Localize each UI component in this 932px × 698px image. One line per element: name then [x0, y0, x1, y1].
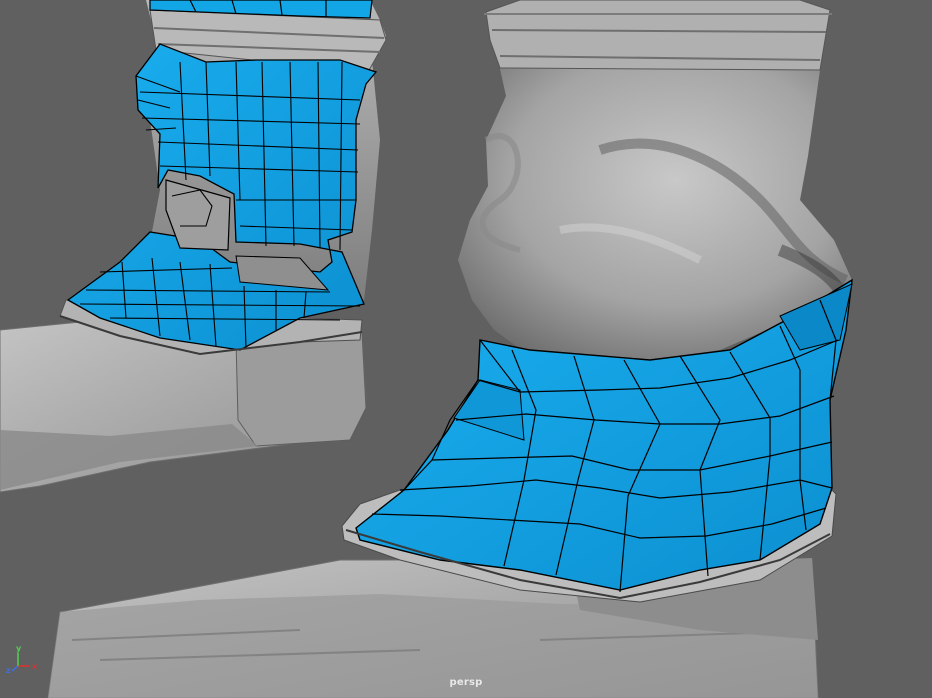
- y-axis-label: y: [16, 644, 22, 653]
- left-selected-faces: [66, 43, 378, 351]
- z-axis-label: z: [6, 666, 11, 674]
- axis-gizmo: x y z: [6, 644, 38, 674]
- left-shoe-heel: [235, 331, 367, 447]
- z-axis-line: [11, 665, 19, 672]
- camera-name-label: persp: [449, 677, 483, 688]
- maya-perspective-viewport[interactable]: x y z persp: [0, 0, 932, 698]
- x-axis-label: x: [32, 662, 38, 671]
- 3d-scene-boots[interactable]: [0, 0, 932, 698]
